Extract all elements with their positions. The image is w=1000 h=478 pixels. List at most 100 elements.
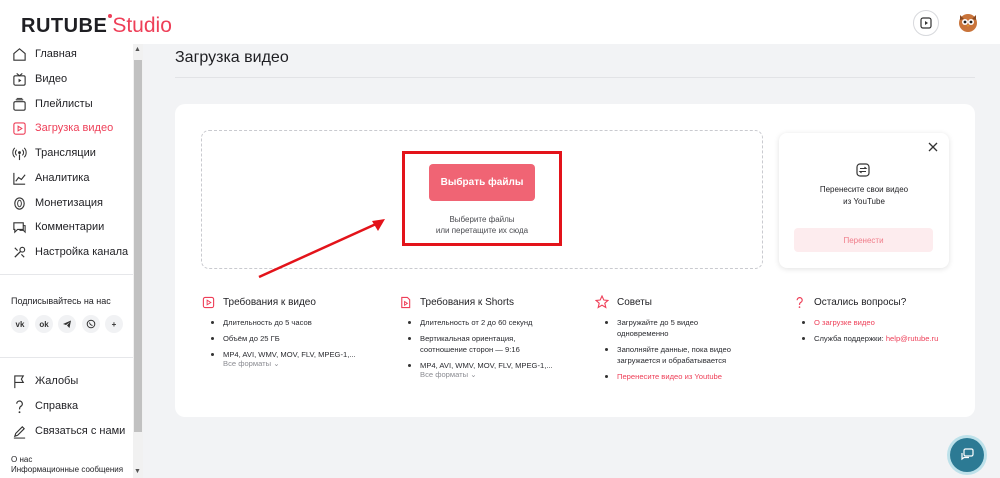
support-email-link[interactable]: help@rutube.ru: [886, 334, 938, 343]
column-title: Требования к видео: [223, 296, 316, 308]
sidebar-item-playlists[interactable]: Плейлисты: [11, 94, 93, 114]
sidebar-item-comments[interactable]: Комментарии: [11, 217, 104, 237]
scroll-down-arrow-icon[interactable]: ▼: [134, 468, 141, 475]
about-link[interactable]: О нас: [11, 455, 32, 464]
coin-icon: [11, 195, 27, 211]
sidebar-item-label: Трансляции: [35, 147, 96, 159]
support-label: Служба поддержки:: [814, 334, 884, 343]
upload-video-icon: [11, 120, 27, 136]
sidebar-item-label: Аналитика: [35, 172, 90, 184]
subscribe-title: Подписывайтесь на нас: [11, 296, 111, 306]
title-divider: [175, 77, 975, 78]
more-socials-icon[interactable]: +: [105, 315, 123, 333]
rutube-studio-logo[interactable]: RUTUBE Studio: [21, 12, 172, 36]
sidebar-item-complaints[interactable]: Жалобы: [11, 371, 78, 391]
comments-icon: [11, 219, 27, 235]
column-title: Остались вопросы?: [814, 296, 907, 308]
sidebar-item-label: Монетизация: [35, 197, 103, 209]
sidebar-item-label: Плейлисты: [35, 98, 93, 110]
sidebar-divider: [0, 274, 133, 275]
owl-avatar-icon: [959, 14, 977, 32]
all-formats-toggle[interactable]: Все форматы ⌄: [223, 359, 356, 368]
avatar[interactable]: [956, 10, 980, 34]
list-item: Вертикальная ориентация, соотношение стор…: [408, 333, 553, 355]
upload-video-icon: [920, 17, 932, 29]
list-item-line: соотношение сторон — 9:16: [420, 345, 520, 354]
highlight-box: [402, 151, 562, 246]
sidebar-item-analytics[interactable]: Аналитика: [11, 168, 89, 188]
sidebar-item-label: Связаться с нами: [35, 425, 126, 437]
list-item-line: Заполняйте данные, пока видео: [617, 345, 731, 354]
transfer-text-line2: из YouTube: [843, 197, 885, 206]
list-item-line: одновременно: [617, 329, 669, 338]
ok-icon[interactable]: ok: [35, 315, 53, 333]
sidebar-item-label: Главная: [35, 48, 77, 60]
column-title: Советы: [617, 296, 652, 308]
list-item-line: Вертикальная ориентация,: [420, 334, 516, 343]
video-requirements: Требования к видео Длительность до 5 час…: [201, 294, 356, 368]
shorts-icon: [398, 295, 412, 309]
list-item: Объём до 25 ГБ: [211, 333, 356, 344]
sidebar-divider: [0, 357, 133, 358]
sidebar-item-label: Жалобы: [35, 375, 79, 387]
close-icon[interactable]: [927, 141, 939, 153]
transfer-text-line1: Перенесите свои видео: [819, 185, 909, 194]
sidebar-item-help[interactable]: Справка: [11, 396, 78, 416]
page-title: Загрузка видео: [175, 49, 289, 66]
sidebar-item-upload-video[interactable]: Загрузка видео: [11, 118, 113, 138]
list-item: MP4, AVI, WMV, MOV, FLV, MPEG-1,...: [408, 360, 553, 371]
video-icon: [11, 71, 27, 87]
question-icon: [792, 295, 806, 309]
support-chat-button[interactable]: [950, 438, 984, 472]
viber-icon[interactable]: [82, 315, 100, 333]
column-title: Требования к Shorts: [420, 296, 514, 308]
telegram-icon[interactable]: [58, 315, 76, 333]
settings-icon: [11, 244, 27, 260]
header-upload-button[interactable]: [913, 10, 939, 36]
list-item: Длительность от 2 до 60 секунд: [408, 317, 553, 328]
questions: Остались вопросы? О загрузке видео Служб…: [792, 294, 938, 349]
shorts-requirements: Требования к Shorts Длительность от 2 до…: [398, 294, 553, 379]
home-icon: [11, 46, 27, 62]
sidebar-item-label: Загрузка видео: [35, 122, 114, 134]
support-item: Служба поддержки: help@rutube.ru: [802, 333, 938, 344]
all-formats-label: Все форматы: [223, 359, 272, 368]
transfer-button[interactable]: Перенести: [794, 228, 933, 252]
list-item-line: загружается и обрабатывается: [617, 356, 727, 365]
sidebar-scrollbar-thumb[interactable]: [134, 60, 142, 432]
sidebar-item-channel-settings[interactable]: Настройка канала: [11, 242, 128, 262]
tips: Советы Загружайте до 5 видео одновременно…: [595, 294, 731, 387]
sidebar-item-monetization[interactable]: Монетизация: [11, 193, 103, 213]
video-requirements-icon: [201, 295, 215, 309]
playlist-icon: [11, 96, 27, 112]
star-icon: [595, 295, 609, 309]
chevron-down-icon: ⌄: [470, 370, 477, 379]
question-icon: [11, 398, 27, 414]
chevron-down-icon: ⌄: [273, 359, 280, 368]
edit-icon: [11, 423, 27, 439]
list-item-line: Загружайте до 5 видео: [617, 318, 699, 327]
sidebar-item-label: Видео: [35, 73, 68, 85]
vk-icon[interactable]: vk: [11, 315, 29, 333]
youtube-transfer-text: Перенесите свои видео из YouTube: [790, 184, 938, 208]
broadcast-icon: [11, 145, 27, 161]
logo-rutube-text: RUTUBE: [21, 15, 108, 37]
scroll-up-arrow-icon[interactable]: ▲: [134, 46, 141, 53]
flag-icon: [11, 373, 27, 389]
list-item: Длительность до 5 часов: [211, 317, 356, 328]
sidebar-item-home[interactable]: Главная: [11, 44, 77, 64]
list-item: MP4, AVI, WMV, MOV, FLV, MPEG-1,...: [211, 349, 356, 360]
upload-help-link[interactable]: О загрузке видео: [802, 317, 938, 328]
transfer-youtube-link[interactable]: Перенесите видео из Youtube: [605, 371, 731, 382]
info-messages-link[interactable]: Информационные сообщения: [11, 465, 123, 474]
chat-icon: [961, 448, 974, 461]
all-formats-label: Все форматы: [420, 370, 469, 379]
list-item: Заполняйте данные, пока видео загружается…: [605, 344, 731, 366]
analytics-icon: [11, 170, 27, 186]
sidebar-item-label: Комментарии: [35, 221, 105, 233]
sidebar-item-contact[interactable]: Связаться с нами: [11, 421, 125, 441]
sidebar-item-broadcasts[interactable]: Трансляции: [11, 143, 96, 163]
sidebar-item-video[interactable]: Видео: [11, 69, 67, 89]
all-formats-toggle[interactable]: Все форматы ⌄: [420, 370, 553, 379]
transfer-icon: [855, 162, 871, 178]
